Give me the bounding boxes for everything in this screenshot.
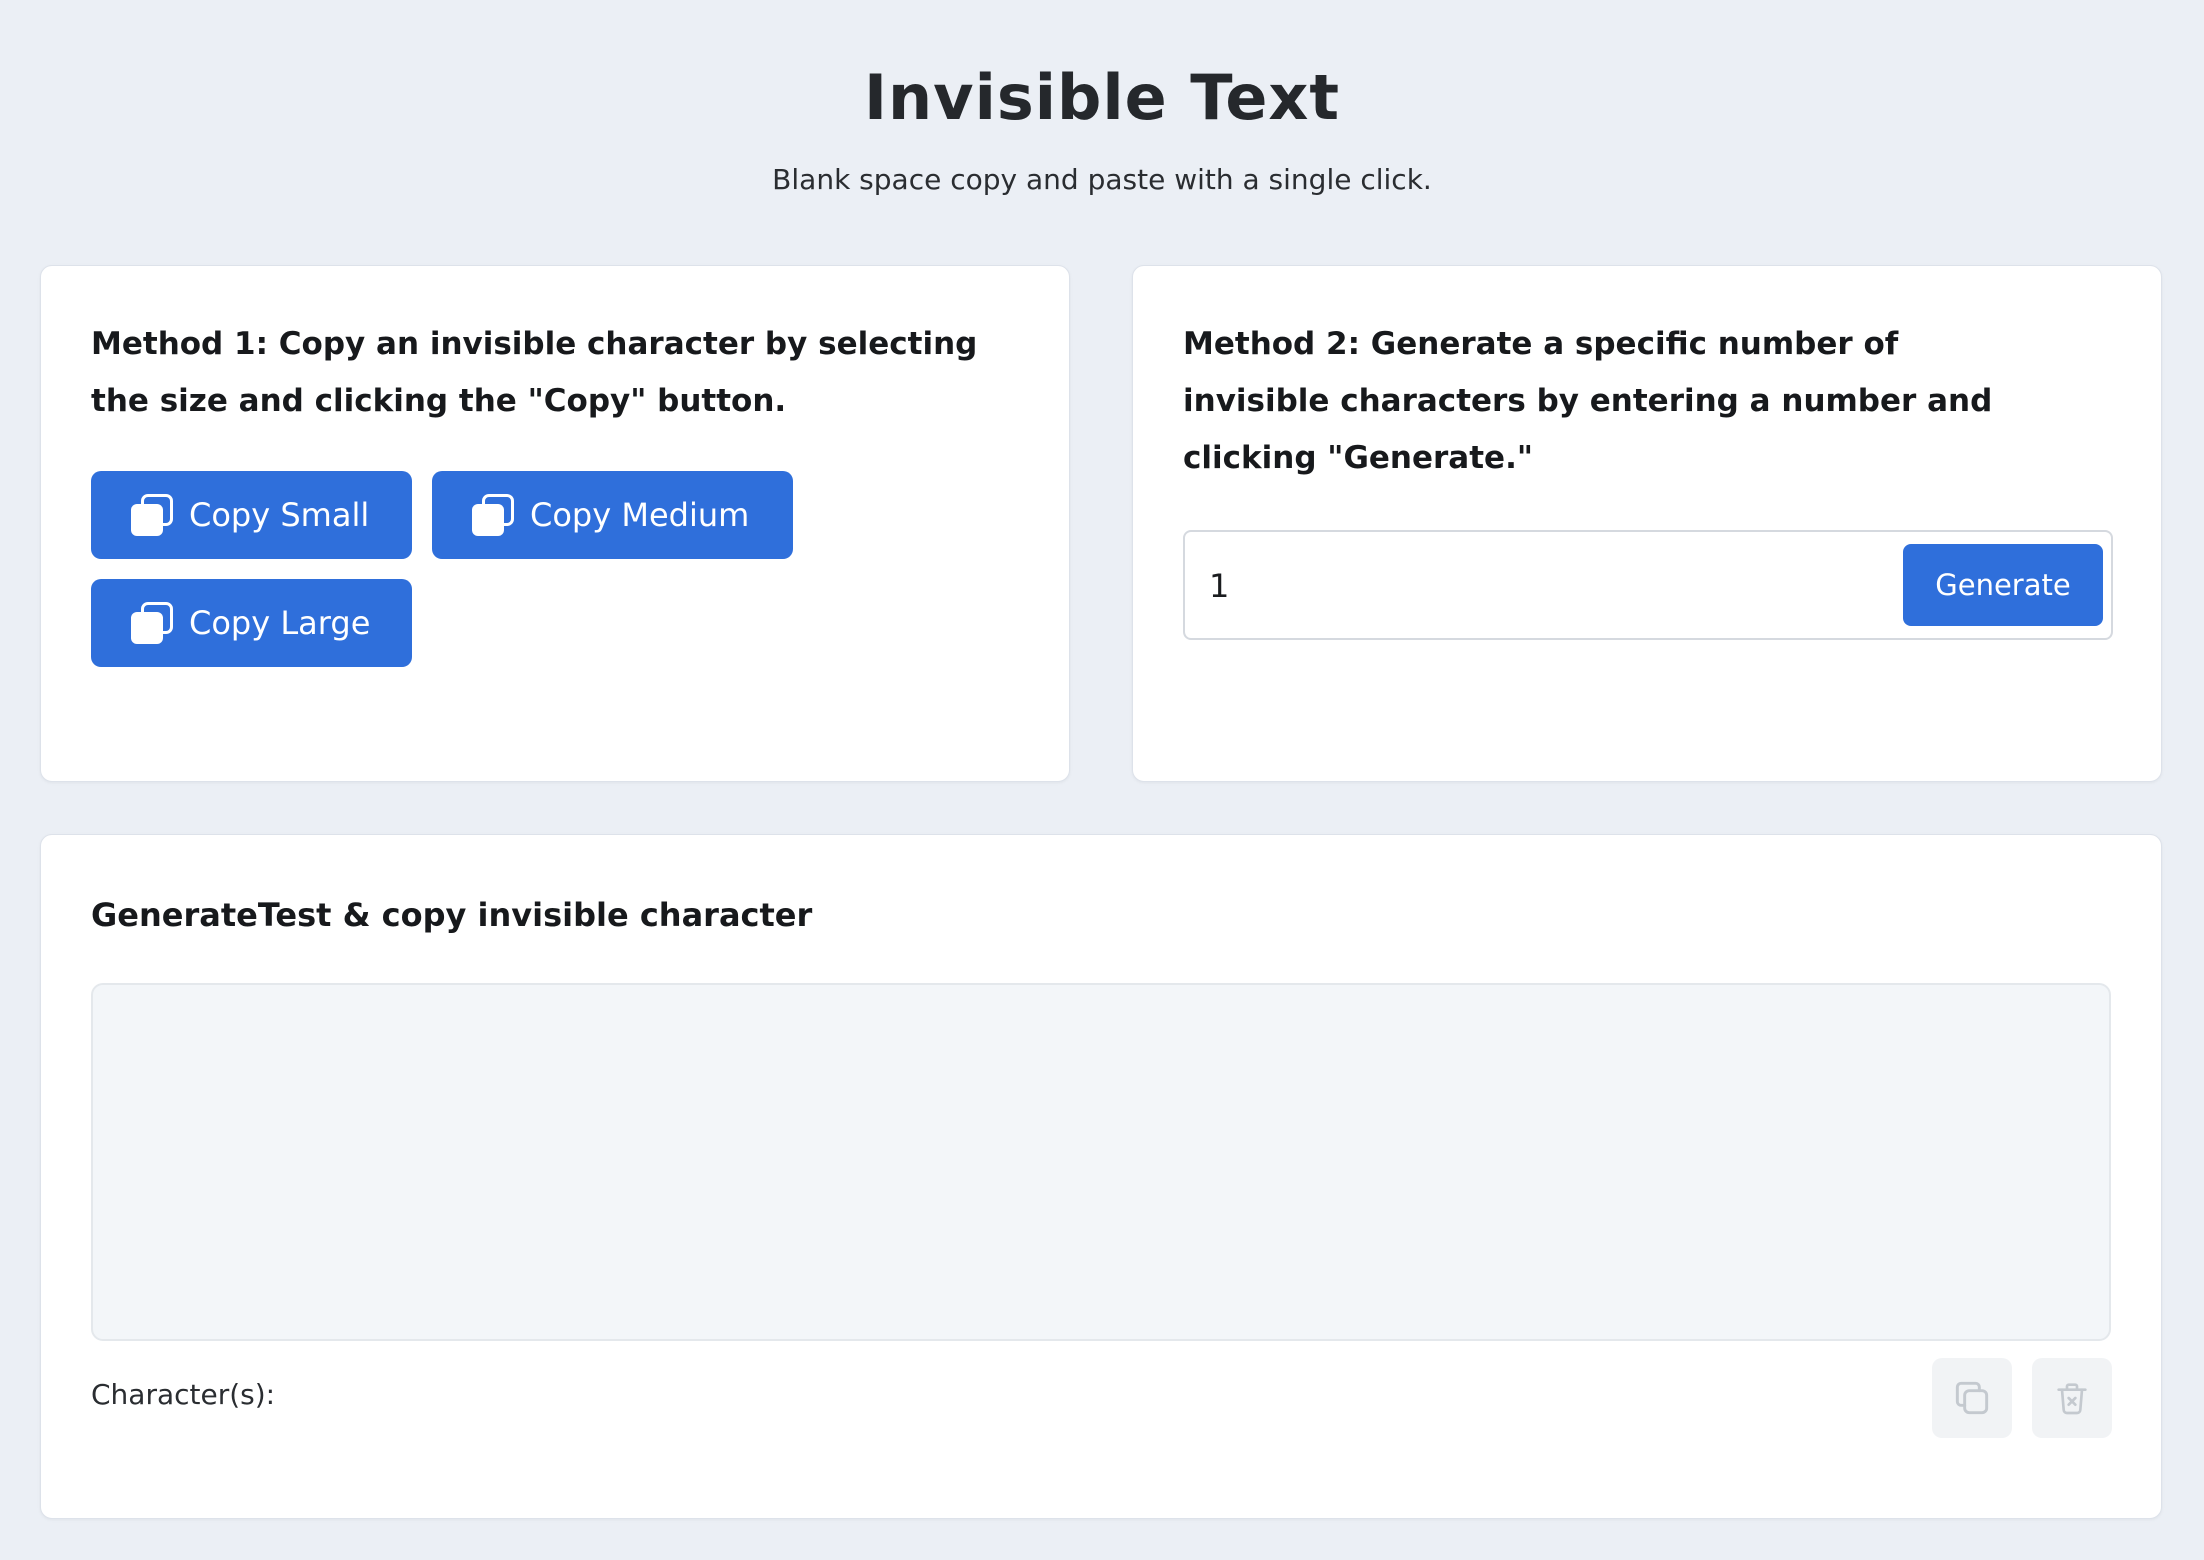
copy-icon <box>472 494 514 536</box>
generator-card: GenerateTest & copy invisible character … <box>40 834 2162 1519</box>
method-2-card: Method 2: Generate a specific number of … <box>1132 265 2162 782</box>
output-textarea[interactable] <box>91 983 2111 1341</box>
character-count: Character(s): <box>91 1377 281 1413</box>
copy-icon <box>131 602 173 644</box>
copy-medium-label: Copy Medium <box>530 496 750 534</box>
character-count-input[interactable] <box>1209 558 1809 614</box>
method-2-description: Method 2: Generate a specific number of … <box>1183 326 1993 476</box>
page: Invisible Text Blank space copy and past… <box>0 0 2204 1560</box>
header: Invisible Text Blank space copy and past… <box>0 58 2204 198</box>
copy-large-button[interactable]: Copy Large <box>91 579 412 667</box>
generate-input-group: Generate <box>1183 530 2113 640</box>
generator-title: GenerateTest & copy invisible character <box>91 896 813 934</box>
page-subtitle: Blank space copy and paste with a single… <box>772 163 1432 196</box>
clear-output-button[interactable] <box>2032 1358 2112 1438</box>
generate-button[interactable]: Generate <box>1903 544 2103 626</box>
method-1-description: Method 1: Copy an invisible character by… <box>91 326 978 419</box>
copy-icon <box>1955 1381 1989 1415</box>
character-count-label: Character(s): <box>91 1378 276 1411</box>
copy-small-label: Copy Small <box>189 496 370 534</box>
copy-large-label: Copy Large <box>189 604 371 642</box>
copy-small-button[interactable]: Copy Small <box>91 471 412 559</box>
page-title: Invisible Text <box>863 61 1341 134</box>
copy-output-button[interactable] <box>1932 1358 2012 1438</box>
copy-medium-button[interactable]: Copy Medium <box>432 471 793 559</box>
trash-icon <box>2057 1383 2087 1415</box>
method-1-card: Method 1: Copy an invisible character by… <box>40 265 1070 782</box>
copy-icon <box>131 494 173 536</box>
